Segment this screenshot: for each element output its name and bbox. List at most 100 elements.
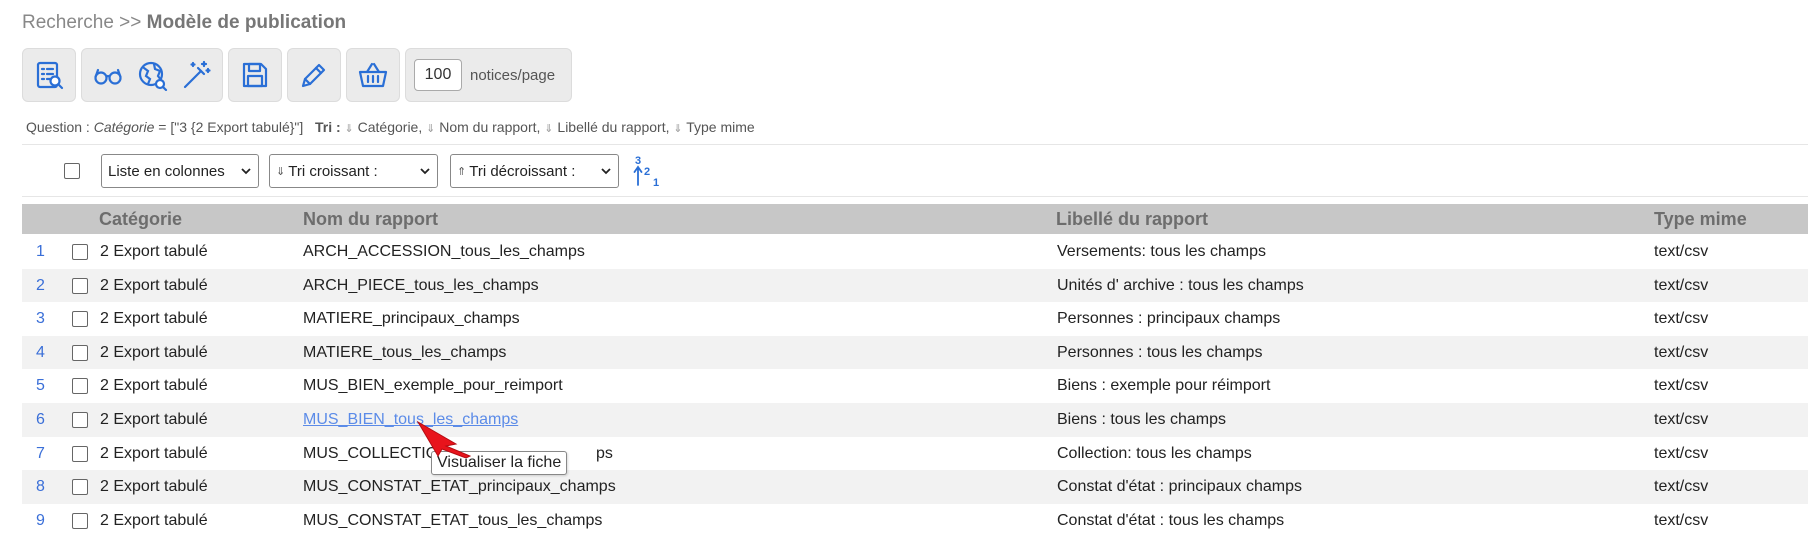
report-label-cell: Constat d'état : principaux champs bbox=[1057, 478, 1302, 496]
globe-icon bbox=[138, 61, 168, 91]
column-header-mime-type[interactable]: Type mime bbox=[1654, 209, 1747, 230]
magic-wand-icon bbox=[183, 60, 211, 89]
sort-descending-select[interactable]: ⇑ Tri décroissant : bbox=[450, 154, 619, 188]
sort-item: Catégorie, bbox=[357, 119, 423, 135]
breadcrumb-parent-link[interactable]: Recherche >> bbox=[22, 12, 141, 33]
sort-label: Tri : bbox=[314, 119, 341, 135]
report-name-cell[interactable]: MATIERE_principaux_champs bbox=[303, 310, 520, 328]
divider bbox=[22, 196, 1808, 197]
display-mode-select[interactable]: Liste en colonnes bbox=[101, 154, 259, 188]
mime-type-cell: text/csv bbox=[1654, 343, 1709, 361]
question-field: Catégorie bbox=[93, 119, 155, 135]
table-row[interactable]: 4 2 Export tabulé MATIERE_tous_les_champ… bbox=[22, 335, 1808, 370]
row-checkbox[interactable] bbox=[72, 412, 88, 428]
select-all-checkbox[interactable] bbox=[64, 163, 80, 179]
chevron-down-icon bbox=[241, 168, 251, 175]
row-checkbox[interactable] bbox=[72, 311, 88, 328]
sort-ascending-select[interactable]: ⇓ Tri croissant : bbox=[269, 154, 438, 188]
mime-type-cell: text/csv bbox=[1654, 411, 1709, 428]
row-checkbox[interactable] bbox=[72, 479, 88, 496]
report-list-button[interactable] bbox=[31, 57, 67, 93]
basket-button[interactable] bbox=[355, 57, 391, 93]
mime-type-cell: text/csv bbox=[1654, 377, 1709, 395]
row-checkbox[interactable] bbox=[72, 512, 88, 529]
table-row[interactable]: 6 2 Export tabulé MUS_BIEN_tous_les_cham… bbox=[22, 403, 1808, 437]
table-row[interactable]: 5 2 Export tabulé MUS_BIEN_exemple_pour_… bbox=[22, 369, 1808, 403]
glasses-button[interactable] bbox=[90, 57, 126, 93]
question-expression: = ["3 {2 Export tabulé}"] bbox=[154, 119, 304, 135]
table-row[interactable]: 8 2 Export tabulé MUS_CONSTAT_ETAT_princ… bbox=[22, 470, 1808, 504]
report-label-cell: Biens : tous les champs bbox=[1057, 411, 1226, 428]
basket-icon bbox=[358, 62, 388, 88]
column-header-report-name[interactable]: Nom du rapport bbox=[303, 209, 438, 230]
table-row[interactable]: 9 2 Export tabulé MUS_CONSTAT_ETAT_tous_… bbox=[22, 504, 1808, 534]
row-checkbox[interactable] bbox=[72, 445, 88, 462]
table-header: Catégorie Nom du rapport Libellé du rapp… bbox=[22, 204, 1808, 234]
chevron-down-icon bbox=[420, 168, 430, 175]
notices-per-page-input[interactable] bbox=[414, 59, 462, 91]
report-label-cell: Unités d' archive : tous les champs bbox=[1057, 276, 1304, 294]
report-name-cell[interactable]: MUS_CONSTAT_ETAT_principaux_champs bbox=[303, 478, 616, 496]
report-name-cell[interactable]: MUS_BIEN_exemple_pour_reimport bbox=[303, 377, 563, 395]
toolbar-group-basket bbox=[346, 48, 400, 102]
toolbar: notices/page bbox=[22, 48, 573, 102]
column-header-category[interactable]: Catégorie bbox=[99, 209, 182, 230]
save-icon bbox=[242, 62, 268, 88]
sort-order-icon[interactable]: 3 2 1 bbox=[633, 153, 667, 189]
table-row[interactable]: 3 2 Export tabulé MATIERE_principaux_cha… bbox=[22, 302, 1808, 336]
row-checkbox[interactable] bbox=[72, 378, 88, 395]
row-number-link[interactable]: 4 bbox=[36, 344, 45, 362]
toolbar-group-pagination: notices/page bbox=[405, 48, 573, 102]
sort-item: Type mime bbox=[686, 119, 755, 135]
sort-descending-value: Tri décroissant : bbox=[469, 162, 576, 180]
pencil-icon bbox=[301, 63, 326, 88]
row-number-link[interactable]: 2 bbox=[36, 277, 45, 295]
svg-text:2: 2 bbox=[644, 166, 650, 178]
report-name-cell[interactable]: MATIERE_tous_les_champs bbox=[303, 344, 506, 362]
mime-type-cell: text/csv bbox=[1654, 276, 1709, 294]
report-name-cell[interactable]: ARCH_ACCESSION_tous_les_champs bbox=[303, 243, 585, 261]
table-row[interactable]: 7 2 Export tabulé MUS_COLLECTIO ps Colle… bbox=[22, 437, 1808, 471]
table-row[interactable]: 1 2 Export tabulé ARCH_ACCESSION_tous_le… bbox=[22, 235, 1808, 269]
row-number-link[interactable]: 1 bbox=[36, 243, 45, 261]
sort-arrow-icon: ⇓ bbox=[426, 123, 436, 135]
svg-text:3: 3 bbox=[635, 155, 641, 167]
category-cell: 2 Export tabulé bbox=[100, 478, 208, 496]
globe-button[interactable] bbox=[134, 57, 170, 93]
breadcrumb: Recherche >> Modèle de publication bbox=[22, 12, 346, 34]
row-number-link[interactable]: 6 bbox=[36, 411, 45, 429]
row-checkbox[interactable] bbox=[72, 344, 88, 361]
glasses-icon bbox=[94, 68, 122, 85]
report-name-cell[interactable]: MUS_CONSTAT_ETAT_tous_les_champs bbox=[303, 512, 602, 530]
category-cell: 2 Export tabulé bbox=[100, 377, 208, 395]
sort-ascending-arrow: ⇓ bbox=[276, 165, 286, 178]
row-checkbox[interactable] bbox=[72, 277, 88, 294]
category-cell: 2 Export tabulé bbox=[100, 276, 208, 294]
row-checkbox[interactable] bbox=[72, 244, 88, 260]
tooltip: Visualiser la fiche bbox=[431, 451, 568, 475]
category-cell: 2 Export tabulé bbox=[100, 310, 208, 328]
sort-ascending-value: Tri croissant : bbox=[288, 162, 378, 180]
toolbar-group-report bbox=[22, 48, 76, 102]
mime-type-cell: text/csv bbox=[1654, 243, 1709, 260]
save-button[interactable] bbox=[237, 57, 273, 93]
category-cell: 2 Export tabulé bbox=[100, 343, 208, 361]
table-row[interactable]: 2 2 Export tabulé ARCH_PIECE_tous_les_ch… bbox=[22, 268, 1808, 303]
page-title: Modèle de publication bbox=[146, 12, 347, 33]
magic-wand-button[interactable] bbox=[178, 57, 214, 93]
report-name-cell[interactable]: MUS_COLLECTIO bbox=[303, 445, 438, 463]
display-mode-value: Liste en colonnes bbox=[108, 162, 225, 180]
report-name-cell[interactable]: ARCH_PIECE_tous_les_champs bbox=[303, 277, 539, 295]
column-header-report-label[interactable]: Libellé du rapport bbox=[1056, 209, 1208, 230]
row-number-link[interactable]: 9 bbox=[36, 512, 45, 530]
sort-arrow-icon: ⇓ bbox=[544, 123, 554, 135]
edit-button[interactable] bbox=[296, 57, 332, 93]
sort-item: Nom du rapport, bbox=[439, 119, 541, 135]
row-number-link[interactable]: 7 bbox=[36, 445, 45, 463]
row-number-link[interactable]: 8 bbox=[36, 478, 45, 496]
svg-text:1: 1 bbox=[653, 177, 659, 189]
report-name-link[interactable]: MUS_BIEN_tous_les_champs bbox=[303, 411, 518, 429]
sort-item: Libellé du rapport, bbox=[557, 119, 670, 135]
row-number-link[interactable]: 3 bbox=[36, 310, 45, 328]
row-number-link[interactable]: 5 bbox=[36, 377, 45, 395]
